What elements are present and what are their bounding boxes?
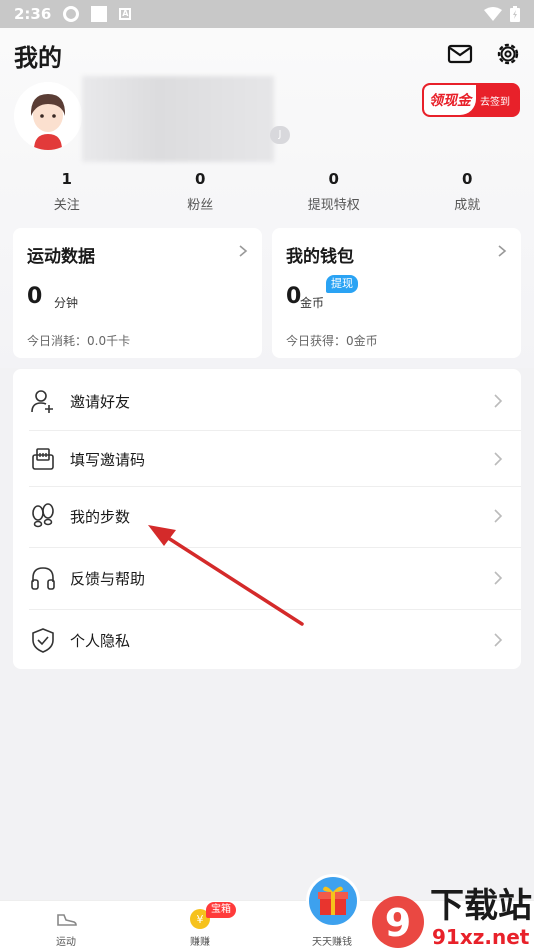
card-title: 我的钱包 bbox=[286, 247, 354, 267]
stat-fans[interactable]: 0 粉丝 bbox=[134, 170, 268, 213]
cash-badge-main: 领现金 bbox=[424, 85, 476, 115]
menu-label: 邀请好友 bbox=[70, 392, 131, 411]
sync-icon bbox=[63, 6, 80, 22]
menu-label: 我的步数 bbox=[70, 507, 131, 526]
invite-code-icon bbox=[32, 448, 54, 470]
mode-letter-icon: A bbox=[119, 8, 132, 20]
stat-following[interactable]: 1 关注 bbox=[0, 170, 134, 213]
stat-label: 成就 bbox=[454, 198, 481, 213]
stats-row: 1 关注 0 粉丝 0 提现特权 0 成就 bbox=[0, 170, 534, 213]
menu-item-invite-friends[interactable]: 邀请好友 bbox=[13, 372, 521, 430]
gift-icon bbox=[318, 886, 348, 915]
stat-withdraw-privilege[interactable]: 0 提现特权 bbox=[267, 170, 401, 213]
menu-item-enter-invite-code[interactable]: 填写邀请码 bbox=[13, 430, 521, 488]
stat-label: 粉丝 bbox=[187, 198, 214, 213]
footprints-icon bbox=[32, 503, 54, 528]
wifi-icon bbox=[484, 7, 502, 21]
stat-label: 提现特权 bbox=[307, 198, 360, 213]
chevron-right-icon bbox=[494, 452, 503, 466]
tab-label: 运动 bbox=[56, 937, 76, 948]
stat-label: 关注 bbox=[53, 198, 80, 213]
divider bbox=[29, 609, 521, 610]
chevron-right-icon bbox=[239, 245, 248, 257]
menu-label: 个人隐私 bbox=[70, 631, 131, 650]
menu-label: 反馈与帮助 bbox=[70, 569, 146, 588]
chevron-right-icon bbox=[494, 633, 503, 647]
site-watermark: 9 下载站 91xz.net bbox=[358, 884, 534, 950]
stat-value: 1 bbox=[61, 170, 72, 188]
notification-square-icon bbox=[91, 6, 108, 22]
chevron-right-icon bbox=[494, 509, 503, 523]
stat-value: 0 bbox=[328, 170, 339, 188]
add-user-icon bbox=[31, 390, 53, 413]
menu-item-feedback-help[interactable]: 反馈与帮助 bbox=[13, 549, 521, 607]
avatar[interactable] bbox=[14, 82, 82, 150]
svg-text:¥: ¥ bbox=[197, 913, 204, 926]
level-letter: J bbox=[278, 129, 282, 140]
username-blurred bbox=[82, 76, 274, 162]
treasure-badge: 宝箱 bbox=[206, 902, 236, 918]
status-time: 2:36 bbox=[14, 5, 52, 23]
menu-item-my-steps[interactable]: 我的步数 bbox=[13, 487, 521, 545]
status-bar: 2:36 A bbox=[0, 0, 534, 28]
chevron-right-icon bbox=[494, 571, 503, 585]
stat-value: 0 bbox=[462, 170, 473, 188]
watermark-title: 下载站 bbox=[430, 886, 532, 926]
gift-button[interactable] bbox=[306, 874, 360, 928]
sport-calories: 今日消耗：0.0千卡 bbox=[27, 334, 131, 348]
tab-sport[interactable]: 运动 bbox=[26, 901, 106, 950]
tab-label: 赚赚 bbox=[190, 937, 210, 948]
mail-icon[interactable] bbox=[446, 40, 474, 68]
settings-menu: 邀请好友 填写邀请码 我的步数 反馈与帮助 个人隐私 bbox=[13, 369, 521, 669]
page-title: 我的 bbox=[14, 44, 62, 72]
avatar-illustration bbox=[14, 82, 82, 150]
sport-data-card[interactable]: 运动数据 0 分钟 今日消耗：0.0千卡 bbox=[13, 228, 262, 358]
stat-value: 0 bbox=[195, 170, 206, 188]
stat-achievements[interactable]: 0 成就 bbox=[401, 170, 534, 213]
level-badge: J bbox=[270, 126, 290, 144]
cash-badge-action: 去签到 bbox=[480, 96, 510, 108]
watermark-url: 91xz.net bbox=[432, 925, 530, 949]
menu-label: 填写邀请码 bbox=[70, 450, 146, 469]
wallet-card[interactable]: 我的钱包 提现 0 金币 今日获得：0金币 bbox=[272, 228, 521, 358]
menu-item-privacy[interactable]: 个人隐私 bbox=[13, 611, 521, 669]
gear-icon[interactable] bbox=[494, 40, 522, 68]
chevron-right-icon bbox=[498, 245, 507, 257]
sport-minutes-unit: 分钟 bbox=[54, 296, 79, 310]
wallet-earned-today: 今日获得：0金币 bbox=[286, 334, 378, 348]
shield-check-icon bbox=[32, 628, 54, 653]
headphones-icon bbox=[31, 567, 55, 590]
battery-icon bbox=[510, 6, 520, 22]
withdraw-tag[interactable]: 提现 bbox=[326, 275, 358, 293]
sneaker-icon bbox=[57, 914, 77, 926]
svg-text:9: 9 bbox=[385, 901, 411, 945]
card-title: 运动数据 bbox=[27, 247, 95, 267]
divider bbox=[29, 547, 521, 548]
wallet-coins-unit: 金币 bbox=[300, 296, 325, 310]
chevron-right-icon bbox=[494, 394, 503, 408]
cash-signin-badge[interactable]: 领现金 去签到 bbox=[422, 83, 520, 117]
sport-minutes-value: 0 bbox=[27, 284, 43, 309]
